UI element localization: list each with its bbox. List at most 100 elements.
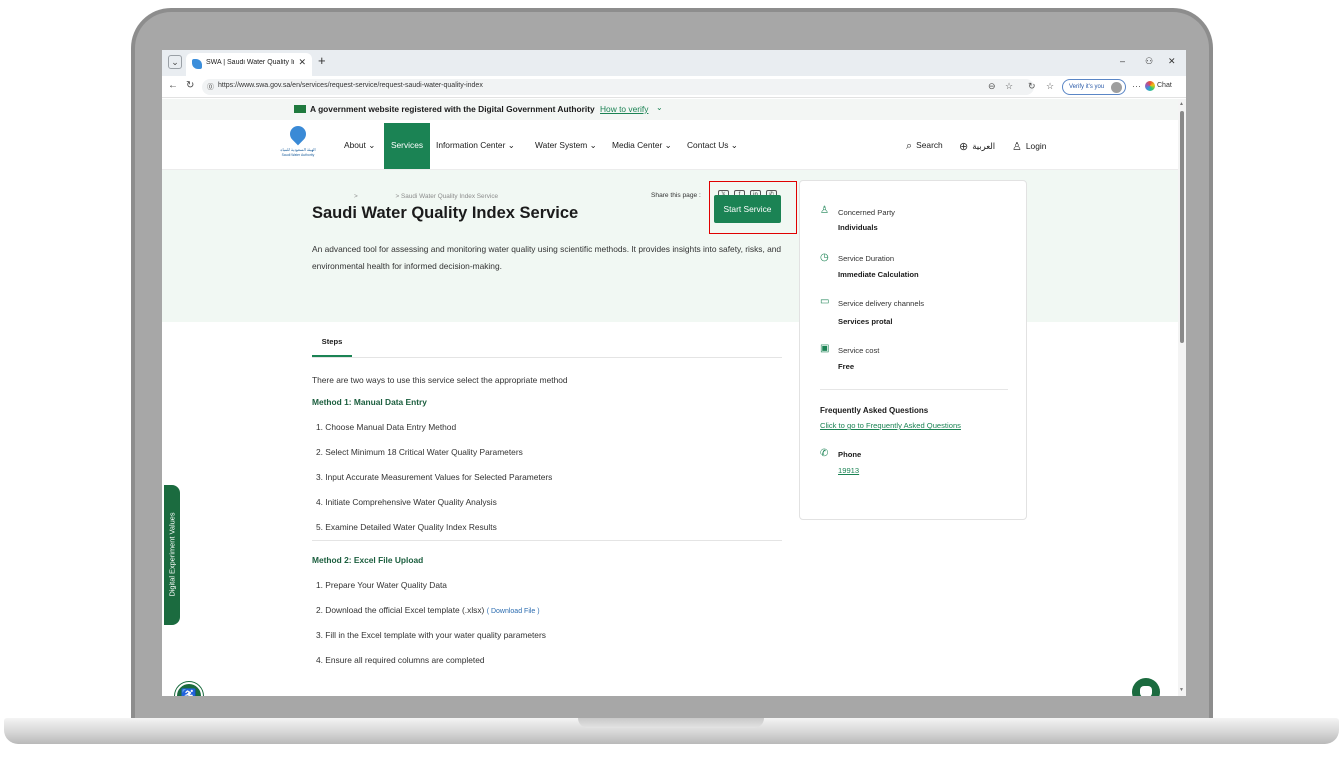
start-service-button[interactable]: Start Service bbox=[714, 195, 781, 223]
list-item: 1. Prepare Your Water Quality Data bbox=[316, 580, 447, 590]
nav-water-system[interactable]: Water System ⌄ bbox=[535, 140, 597, 150]
refresh-alt-icon[interactable]: ↻ bbox=[1028, 81, 1036, 92]
duration-label: Service Duration bbox=[838, 254, 895, 263]
favorite-star-icon[interactable]: ☆ bbox=[1005, 81, 1013, 92]
step-text: 2. Download the official Excel template … bbox=[316, 605, 485, 615]
party-label: Concerned Party bbox=[838, 208, 895, 217]
nav-media-center[interactable]: Media Center ⌄ bbox=[612, 140, 672, 150]
list-item: 3. Fill in the Excel template with your … bbox=[316, 630, 546, 640]
nav-services[interactable]: Services bbox=[384, 123, 430, 169]
steps-intro: There are two ways to use this service s… bbox=[312, 375, 568, 385]
nav-information-center-label: Information Center bbox=[436, 140, 506, 150]
gov-banner-text: A government website registered with the… bbox=[310, 104, 595, 114]
back-icon[interactable]: ← bbox=[168, 80, 178, 91]
phone-number-link[interactable]: 19913 bbox=[838, 466, 859, 475]
site-info-icon[interactable]: ⓪ bbox=[207, 82, 214, 92]
service-info-card: ♙ Concerned Party Individuals ◷ Service … bbox=[799, 180, 1027, 520]
logo-arabic-text: الهيئة السعودية للمياه bbox=[280, 147, 316, 152]
faq-title: Frequently Asked Questions bbox=[820, 406, 929, 415]
translate-icon: ⊕ bbox=[959, 141, 969, 153]
nav-information-center[interactable]: Information Center ⌄ bbox=[436, 140, 515, 150]
download-file-link[interactable]: ( Download File ) bbox=[487, 608, 540, 615]
service-description: An advanced tool for assessing and monit… bbox=[312, 244, 782, 271]
list-item: 2. Select Minimum 18 Critical Water Qual… bbox=[316, 447, 523, 457]
clock-icon: ◷ bbox=[820, 252, 829, 263]
verify-identity-button[interactable]: Verify it's you bbox=[1062, 79, 1126, 95]
phone-label: Phone bbox=[838, 450, 862, 459]
breadcrumb-sep: > bbox=[354, 193, 358, 200]
scroll-down-icon[interactable]: ▼ bbox=[1179, 687, 1184, 693]
favicon-icon bbox=[192, 59, 202, 69]
browser-tab-bar: ⌄ SWA | Saudi Water Quality Index S ✕ + … bbox=[162, 50, 1186, 76]
chevron-down-icon[interactable]: ⌄ bbox=[656, 103, 663, 112]
reload-icon[interactable]: ↻ bbox=[186, 80, 194, 91]
logo-english-text: Saudi Water Authority bbox=[281, 153, 315, 157]
scroll-thumb[interactable] bbox=[1180, 111, 1184, 343]
breadcrumb-current[interactable]: > Saudi Water Quality Index Service bbox=[396, 193, 499, 200]
breadcrumb: > > Saudi Water Quality Index Service bbox=[354, 193, 498, 200]
gov-banner: A government website registered with the… bbox=[162, 99, 1178, 120]
window-minimize-icon[interactable]: – bbox=[1120, 56, 1125, 66]
list-item: 5. Examine Detailed Water Quality Index … bbox=[316, 522, 497, 532]
browser-tab[interactable]: SWA | Saudi Water Quality Index S ✕ bbox=[186, 53, 312, 76]
method2-title: Method 2: Excel File Upload bbox=[312, 555, 424, 565]
chat-fab-button[interactable] bbox=[1132, 678, 1160, 696]
laptop-notch bbox=[578, 718, 764, 728]
nav-contact-us[interactable]: Contact Us ⌄ bbox=[687, 140, 738, 150]
main-navbar: الهيئة السعودية للمياه Saudi Water Autho… bbox=[162, 120, 1178, 170]
nav-water-system-label: Water System bbox=[535, 140, 588, 150]
faq-link[interactable]: Click to go to Frequently Asked Question… bbox=[820, 421, 961, 430]
more-menu-icon[interactable]: ··· bbox=[1132, 81, 1141, 91]
search-icon: ⌕ bbox=[906, 140, 913, 152]
chat-button[interactable]: Chat bbox=[1157, 82, 1172, 89]
favorites-icon[interactable]: ☆ bbox=[1046, 81, 1054, 92]
tab-steps[interactable]: Steps bbox=[312, 337, 352, 346]
language-button[interactable]: ⊕ العربية bbox=[959, 140, 995, 153]
tab-close-icon[interactable]: ✕ bbox=[298, 57, 306, 68]
water-drop-icon bbox=[286, 122, 310, 146]
user-icon: ♙ bbox=[1012, 141, 1022, 153]
list-item: 3. Input Accurate Measurement Values for… bbox=[316, 472, 553, 482]
channels-value: Services protal bbox=[838, 317, 893, 326]
verify-label: Verify it's you bbox=[1069, 84, 1105, 90]
new-tab-icon[interactable]: + bbox=[318, 53, 326, 68]
tab-actions-icon[interactable]: ⌄ bbox=[168, 55, 182, 69]
nav-about[interactable]: About ⌄ bbox=[344, 140, 375, 150]
how-to-verify-link[interactable]: How to verify bbox=[600, 104, 648, 114]
swa-logo[interactable]: الهيئة السعودية للمياه Saudi Water Autho… bbox=[280, 122, 316, 166]
copilot-icon[interactable] bbox=[1145, 81, 1155, 91]
login-button[interactable]: ♙ Login bbox=[1012, 140, 1046, 153]
cost-icon: ▣ bbox=[820, 343, 830, 354]
method1-title: Method 1: Manual Data Entry bbox=[312, 397, 427, 407]
page-scrollbar[interactable]: ▲ ▼ bbox=[1178, 99, 1186, 696]
method-divider bbox=[312, 540, 782, 541]
profile-avatar bbox=[1111, 82, 1122, 93]
chat-bubble-icon bbox=[1140, 686, 1152, 696]
nav-contact-us-label: Contact Us bbox=[687, 140, 729, 150]
tab-title: SWA | Saudi Water Quality Index S bbox=[206, 59, 294, 66]
monitor-icon: ▭ bbox=[820, 296, 830, 307]
search-button[interactable]: ⌕ Search bbox=[906, 140, 943, 153]
web-page: A government website registered with the… bbox=[162, 99, 1178, 696]
duration-value: Immediate Calculation bbox=[838, 270, 919, 279]
scroll-up-icon[interactable]: ▲ bbox=[1179, 101, 1184, 107]
list-item: 2. Download the official Excel template … bbox=[316, 605, 540, 615]
url-text: https://www.swa.gov.sa/en/services/reque… bbox=[218, 82, 483, 89]
accessibility-icon[interactable]: ♿ bbox=[175, 682, 203, 696]
window-close-icon[interactable]: ✕ bbox=[1168, 56, 1176, 67]
party-value: Individuals bbox=[838, 223, 878, 232]
tab-divider bbox=[312, 357, 782, 358]
url-field[interactable]: ⓪ https://www.swa.gov.sa/en/services/req… bbox=[202, 79, 1034, 95]
nav-media-center-label: Media Center bbox=[612, 140, 663, 150]
browser-address-bar: ← ↻ ⓪ https://www.swa.gov.sa/en/services… bbox=[162, 76, 1186, 98]
phone-icon: ✆ bbox=[820, 448, 829, 459]
digital-experiment-label: Digital Experiment Values bbox=[167, 512, 177, 597]
list-item: 4. Ensure all required columns are compl… bbox=[316, 655, 485, 665]
screen: ⌄ SWA | Saudi Water Quality Index S ✕ + … bbox=[162, 50, 1186, 696]
user-icon: ♙ bbox=[820, 205, 829, 216]
nav-about-label: About bbox=[344, 140, 366, 150]
zoom-icon[interactable]: ⊖ bbox=[988, 81, 996, 92]
list-item: 1. Choose Manual Data Entry Method bbox=[316, 422, 457, 432]
login-label: Login bbox=[1025, 141, 1047, 151]
window-restore-icon[interactable]: ⚇ bbox=[1145, 56, 1153, 67]
